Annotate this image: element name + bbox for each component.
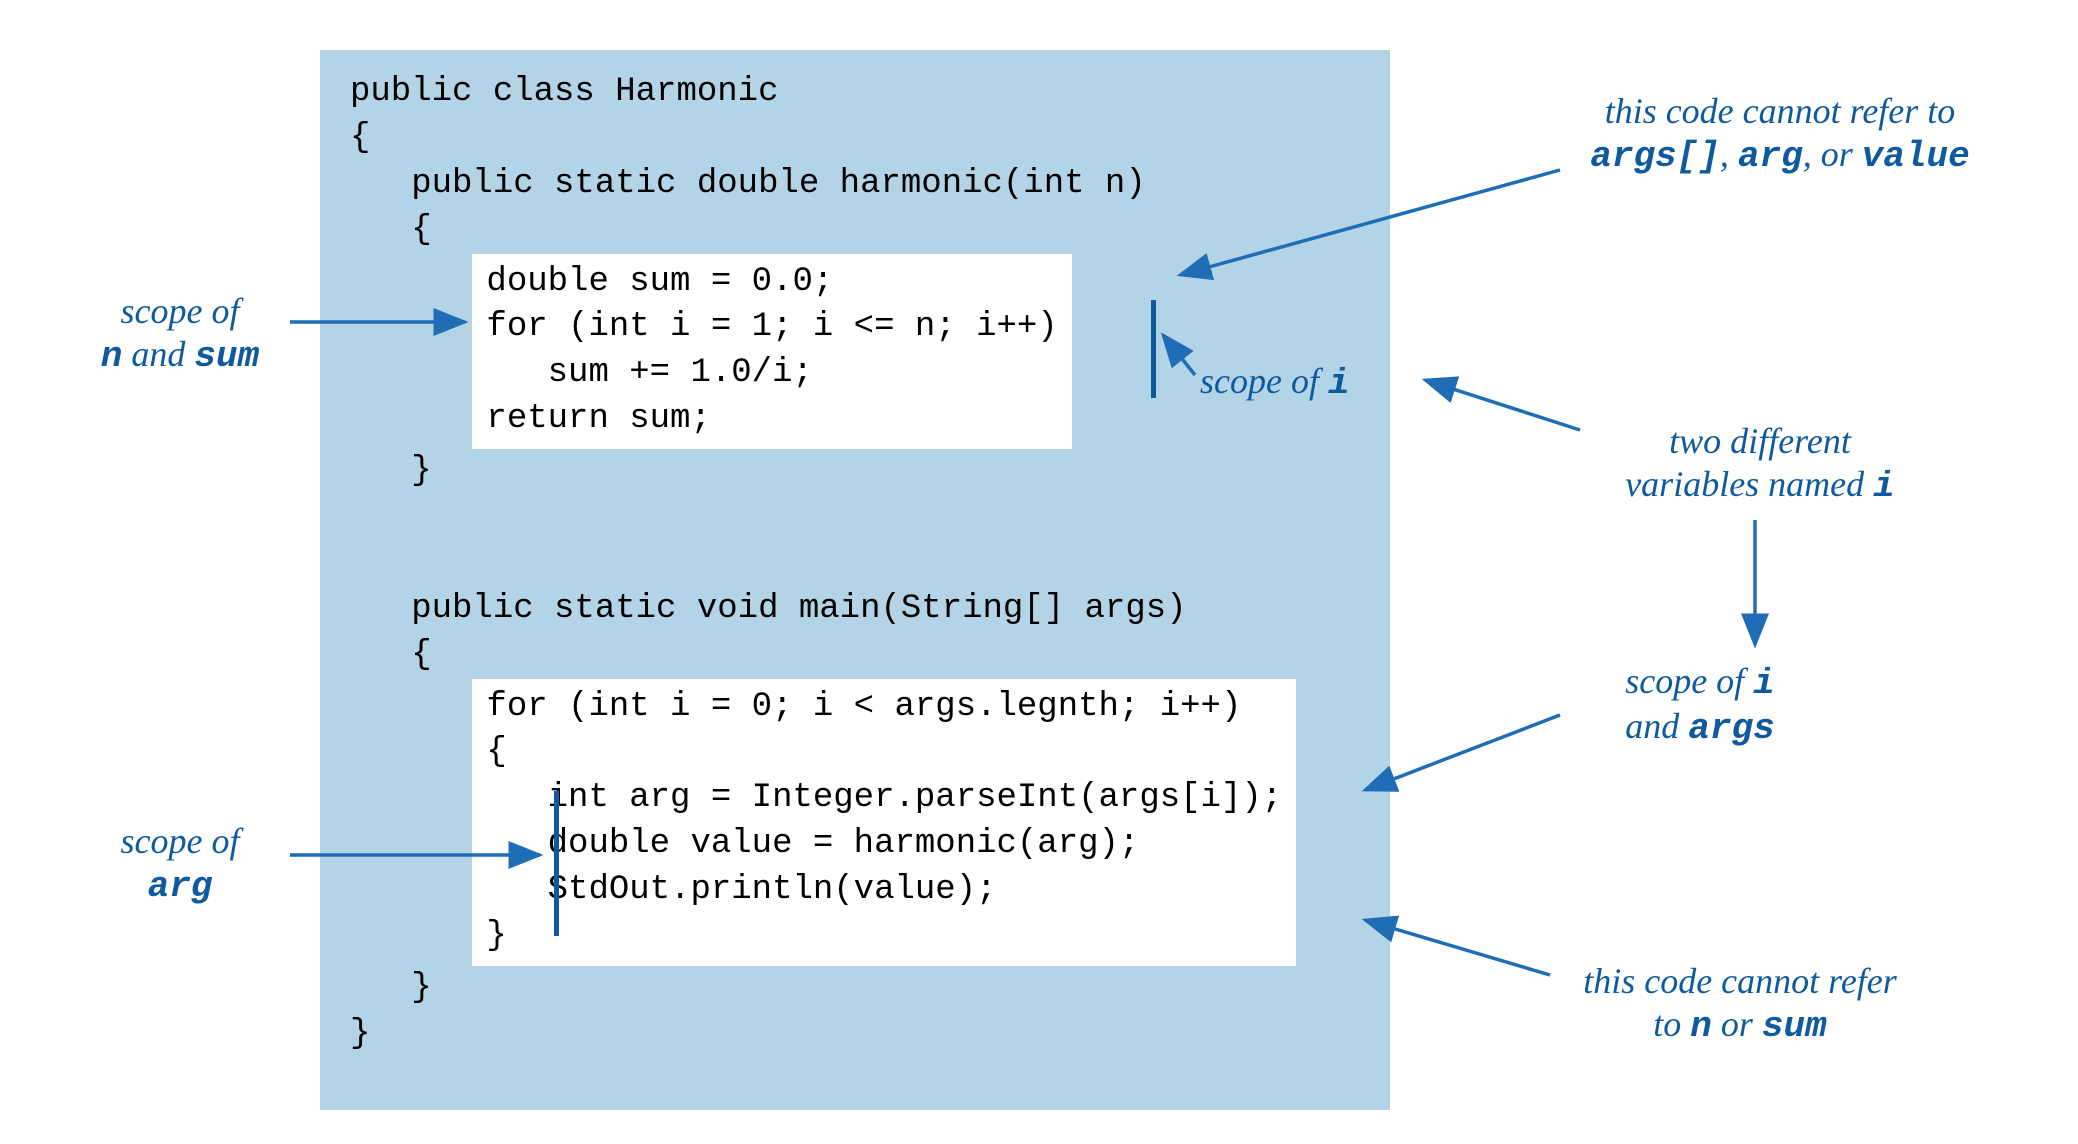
code-line: StdOut.println(value); [486,871,996,909]
label-var: i [1328,363,1350,404]
label-text: this code cannot refer [1583,961,1897,1001]
label-text: and [122,334,194,374]
label-text: to [1653,1004,1690,1044]
label-cannot-args: this code cannot refer to args[], arg, o… [1520,90,2040,178]
label-two-i: two different variables named i [1550,420,1970,508]
code-line: return sum; [486,400,710,438]
code-line: } [350,452,432,490]
code-line: } [350,1015,370,1053]
arrow-scope-i-args [1365,715,1560,790]
label-var: i [1753,663,1775,704]
label-scope-arg: scope of arg [75,820,285,908]
label-text: , [1720,134,1738,174]
code-line: for (int i = 0; i < args.legnth; i++) [486,688,1241,726]
label-text: two different [1669,421,1851,461]
label-var: n [1690,1006,1712,1047]
label-var: args [1688,708,1774,749]
label-scope-i-args: scope of i and args [1560,660,1840,750]
code-line: public static void main(String[] args) [350,590,1187,628]
code-line: } [350,969,432,1007]
label-var: arg [148,866,213,907]
label-var: args[] [1590,136,1720,177]
label-text: scope of [121,291,240,331]
label-text: or [1712,1004,1762,1044]
code-line: sum += 1.0/i; [486,354,812,392]
main-body-box: for (int i = 0; i < args.legnth; i++) { … [472,679,1296,966]
code-line: double value = harmonic(arg); [486,825,1139,863]
code-line: { [350,636,432,674]
label-var: value [1862,136,1970,177]
label-var: arg [1738,136,1803,177]
code-line: public class Harmonic [350,73,778,111]
scope-i-bar-top [1151,300,1156,398]
label-scope-i-top: scope of i [1200,360,1420,405]
label-text: variables named [1625,464,1873,504]
code-line: { [486,733,506,771]
scope-diagram: public class Harmonic { public static do… [20,20,2058,1104]
label-var: sum [194,336,259,377]
code-line: int arg = Integer.parseInt(args[i]); [486,779,1282,817]
code-line: double sum = 0.0; [486,263,833,301]
label-text: this code cannot refer to [1605,91,1956,131]
code-line: { [350,211,432,249]
label-text: and [1625,706,1688,746]
code-line: public static double harmonic(int n) [350,165,1146,203]
label-text: scope of [1200,361,1328,401]
code-line: for (int i = 1; i <= n; i++) [486,308,1057,346]
label-var: n [101,336,123,377]
label-text: scope of [121,821,240,861]
label-cannot-n: this code cannot refer to n or sum [1510,960,1970,1048]
label-text: scope of [1625,661,1753,701]
code-listing: public class Harmonic { public static do… [350,70,1360,1058]
code-line: } [486,917,506,955]
harmonic-body-box: double sum = 0.0; for (int i = 1; i <= n… [472,254,1071,450]
scope-arg-bar [554,791,559,936]
code-panel: public class Harmonic { public static do… [320,50,1390,1110]
code-line: { [350,119,370,157]
label-text: , or [1803,134,1862,174]
label-scope-n-sum: scope of n and sum [75,290,285,378]
label-var: sum [1762,1006,1827,1047]
label-var: i [1873,466,1895,507]
